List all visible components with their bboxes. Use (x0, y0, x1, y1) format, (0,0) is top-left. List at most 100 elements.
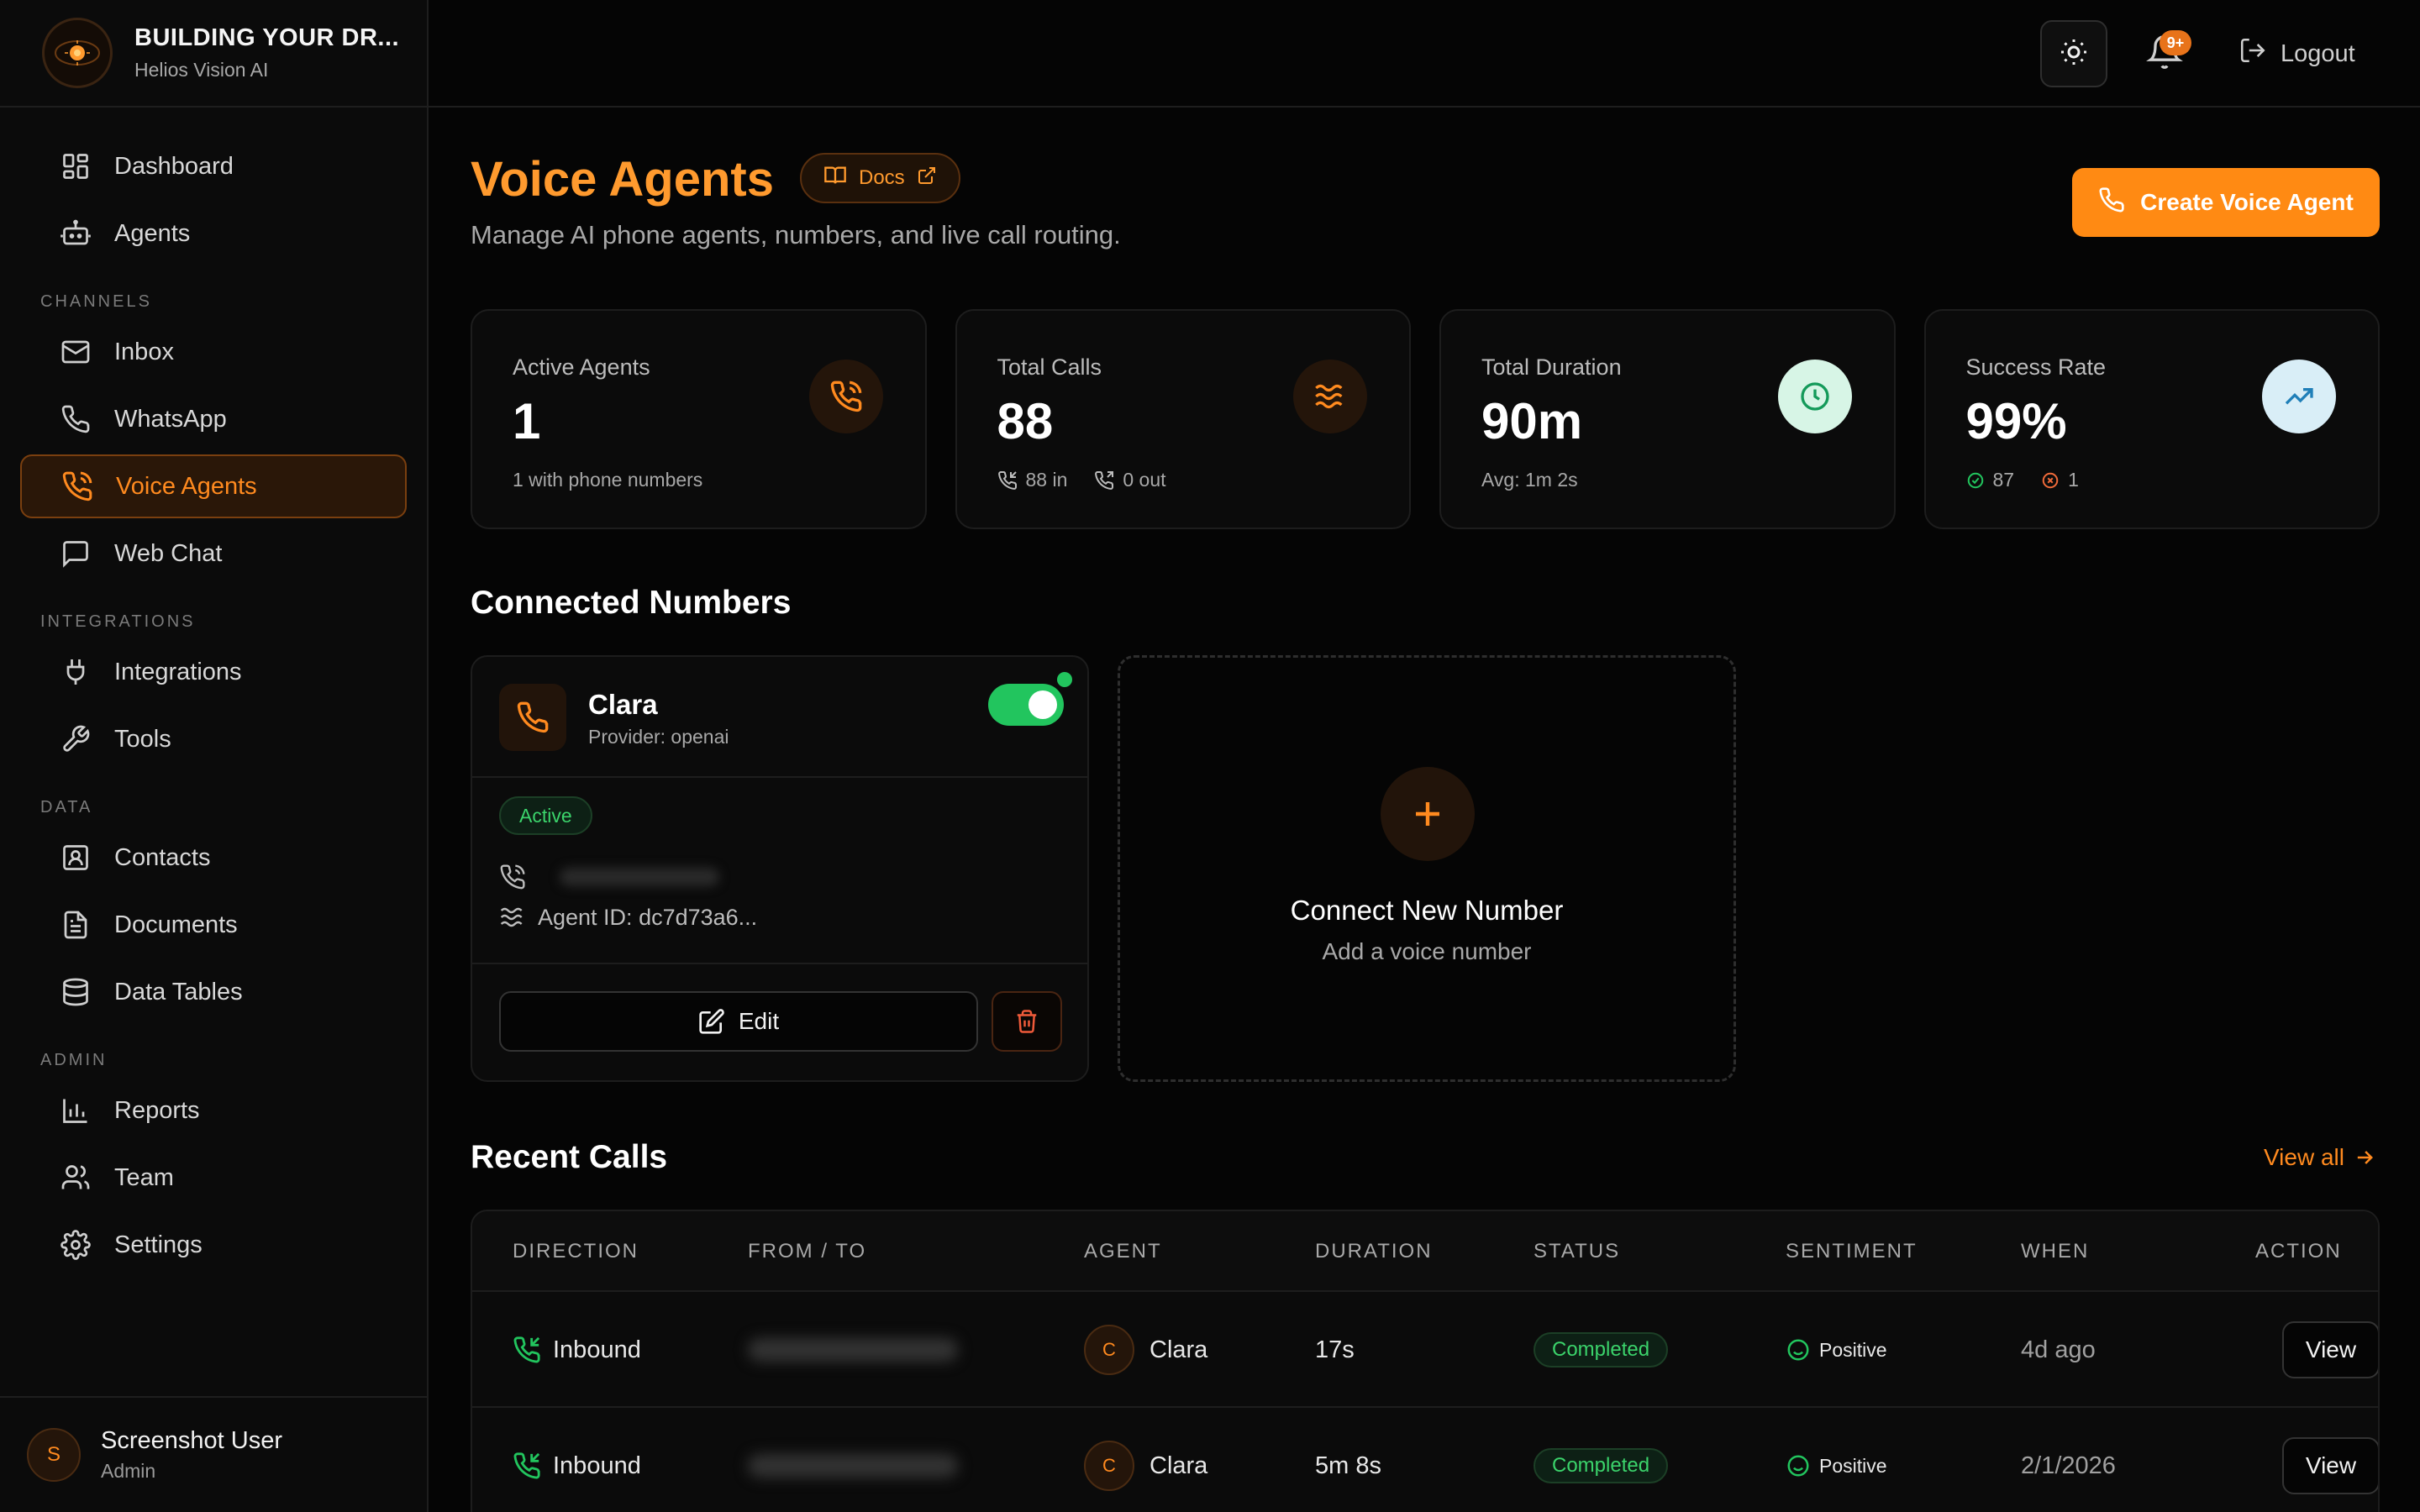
sidebar-item-reports[interactable]: Reports (20, 1079, 407, 1142)
nav-section-channels: CHANNELS (40, 292, 152, 311)
column-header: SENTIMENT (1786, 1240, 1918, 1263)
edit-icon (699, 1009, 724, 1034)
stat-foot: Avg: 1m 2s (1481, 469, 1578, 491)
sidebar-item-integrations[interactable]: Integrations (20, 640, 407, 704)
check-circle-icon (1967, 472, 1983, 488)
bot-icon (59, 217, 92, 250)
nav-section-data: DATA (40, 798, 93, 816)
sentiment-cell: Positive (1786, 1292, 1887, 1408)
brand[interactable]: BUILDING YOUR DR... Helios Vision AI (0, 0, 427, 108)
sidebar-item-dashboard[interactable]: Dashboard (20, 134, 407, 198)
avatar: S (27, 1428, 81, 1482)
sun-icon (2059, 37, 2089, 71)
contact-icon (59, 841, 92, 874)
bar-chart-icon (59, 1094, 92, 1127)
sidebar-item-label: Dashboard (114, 152, 234, 180)
nav-section-integrations: INTEGRATIONS (40, 612, 196, 631)
notifications-badge: 9+ (2160, 30, 2191, 55)
status-cell: Completed (1534, 1408, 1669, 1512)
create-voice-agent-button[interactable]: Create Voice Agent (2072, 168, 2380, 237)
sentiment-cell: Positive (1786, 1408, 1887, 1512)
agent-avatar: C (1084, 1325, 1134, 1375)
create-voice-agent-label: Create Voice Agent (2140, 189, 2354, 215)
inbound-count: 88 in (1025, 469, 1068, 491)
recent-calls-title: Recent Calls (471, 1139, 668, 1175)
sidebar-item-agents[interactable]: Agents (20, 202, 407, 265)
connect-new-number-card[interactable]: Connect New Number Add a voice number (1118, 655, 1736, 1082)
agent-name: Clara (1150, 1336, 1208, 1363)
stat-card-total-duration: Total Duration 90m Avg: 1m 2s (1439, 309, 1896, 529)
from-to-cell (748, 1408, 958, 1512)
view-all-link[interactable]: View all (2264, 1144, 2376, 1171)
stat-card-total-calls: Total Calls 88 88 in 0 out (955, 309, 1411, 529)
sidebar-item-data-tables[interactable]: Data Tables (20, 960, 407, 1024)
user-menu[interactable]: S Screenshot User Admin (0, 1396, 427, 1512)
agent-name: Clara (1150, 1452, 1208, 1479)
sidebar-item-whatsapp[interactable]: WhatsApp (20, 387, 407, 451)
topbar (429, 0, 2420, 108)
sidebar-item-label: Inbox (114, 338, 174, 365)
phone-call-icon (808, 360, 883, 433)
sidebar-item-web-chat[interactable]: Web Chat (20, 522, 407, 585)
sidebar: BUILDING YOUR DR... Helios Vision AI Das… (0, 0, 429, 1512)
edit-label: Edit (738, 1008, 780, 1034)
users-icon (59, 1161, 92, 1194)
status-badge: Active (499, 796, 592, 835)
from-to-cell (748, 1292, 958, 1408)
column-header: FROM / TO (748, 1240, 867, 1263)
sidebar-item-label: Reports (114, 1096, 200, 1124)
phone-call-icon (60, 470, 94, 503)
sentiment-label: Positive (1819, 1338, 1887, 1361)
when-cell: 4d ago (2021, 1336, 2096, 1363)
mail-icon (59, 335, 92, 369)
clock-icon (1777, 360, 1852, 433)
theme-toggle-button[interactable] (2040, 20, 2107, 87)
sidebar-item-inbox[interactable]: Inbox (20, 320, 407, 384)
bell-icon (2146, 35, 2183, 74)
logout-button[interactable]: Logout (2238, 34, 2355, 74)
phone-outgoing-icon (1095, 470, 1114, 490)
sidebar-item-contacts[interactable]: Contacts (20, 826, 407, 890)
phone-incoming-icon (513, 1452, 540, 1479)
column-header: DIRECTION (513, 1240, 639, 1263)
view-call-button[interactable]: View (2282, 1437, 2378, 1494)
stat-card-active-agents: Active Agents 1 1 with phone numbers (471, 309, 927, 529)
sidebar-item-tools[interactable]: Tools (20, 707, 407, 771)
smile-icon (1787, 1339, 1809, 1361)
nav-section-admin: ADMIN (40, 1051, 108, 1069)
phone-number-redacted (748, 1338, 958, 1362)
user-name: Screenshot User (101, 1427, 282, 1454)
status-badge: Completed (1534, 1332, 1669, 1368)
agent-avatar: C (1084, 1441, 1134, 1491)
direction-cell: Inbound (513, 1408, 641, 1512)
phone-icon (499, 684, 566, 751)
stat-card-success-rate: Success Rate 99% 87 1 (1923, 309, 2380, 529)
number-provider: Provider: openai (588, 726, 729, 748)
edit-button[interactable]: Edit (499, 991, 978, 1052)
sidebar-item-label: Team (114, 1163, 174, 1191)
organization-name: Helios Vision AI (134, 59, 269, 81)
phone-incoming-icon (513, 1336, 540, 1363)
main-content: Voice Agents Docs Manage AI phone agents… (429, 109, 2420, 1512)
sidebar-item-settings[interactable]: Settings (20, 1213, 407, 1277)
recent-calls-table: DIRECTION FROM / TO AGENT DURATION STATU… (471, 1210, 2380, 1512)
sidebar-item-team[interactable]: Team (20, 1146, 407, 1210)
phone-incoming-icon (997, 470, 1017, 490)
sidebar-item-label: Web Chat (114, 539, 223, 567)
trash-icon (1017, 1010, 1037, 1033)
waves-icon (1293, 360, 1367, 433)
number-enabled-toggle[interactable] (988, 684, 1064, 726)
sidebar-item-label: Contacts (114, 843, 211, 871)
view-call-button[interactable]: View (2282, 1321, 2378, 1378)
connect-new-number-subtitle: Add a voice number (1322, 938, 1532, 964)
docs-button[interactable]: Docs (800, 153, 960, 203)
agent-id: Agent ID: dc7d73a6... (538, 904, 758, 930)
sidebar-item-voice-agents[interactable]: Voice Agents (20, 454, 407, 518)
delete-button[interactable] (992, 991, 1062, 1052)
sidebar-item-documents[interactable]: Documents (20, 893, 407, 957)
view-all-label: View all (2264, 1144, 2344, 1170)
stats-row: Active Agents 1 1 with phone numbers Tot… (471, 309, 2380, 529)
number-card: Clara Provider: openai Active Agent ID: … (471, 655, 1089, 1082)
agent-cell: C Clara (1084, 1292, 1207, 1408)
page-subtitle: Manage AI phone agents, numbers, and liv… (471, 220, 1121, 249)
